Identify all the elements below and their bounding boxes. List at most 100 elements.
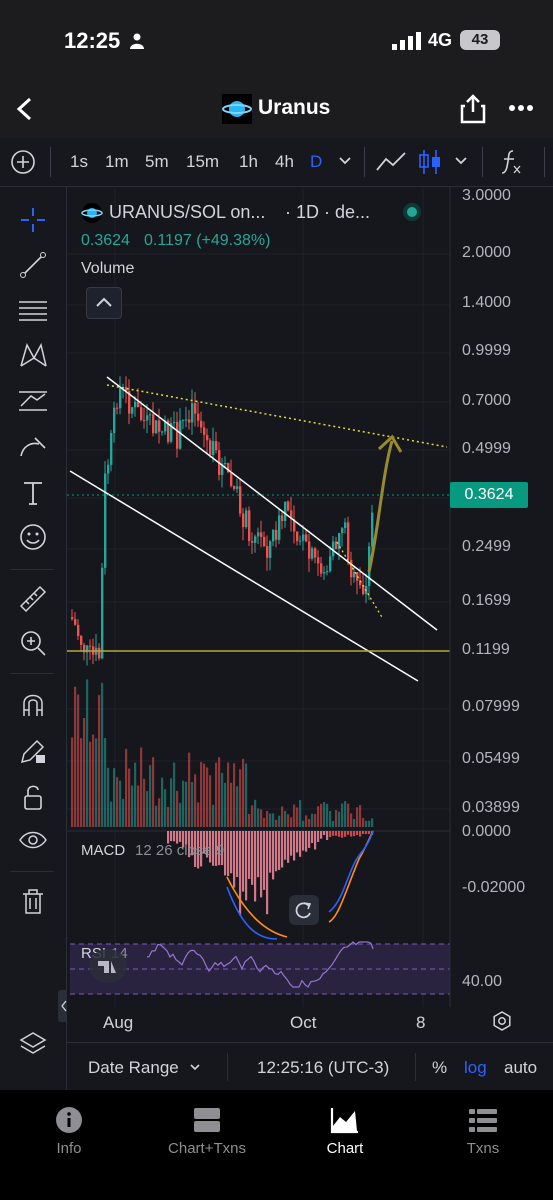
divider — [10, 871, 54, 872]
emoji-tool[interactable] — [14, 519, 52, 555]
timeframe-d[interactable]: D — [310, 152, 322, 172]
clock-timezone[interactable]: 12:25:16 (UTC-3) — [257, 1058, 389, 1078]
timeframe-5m[interactable]: 5m — [145, 152, 169, 172]
volume-bar — [107, 767, 110, 827]
volume-bar — [143, 778, 146, 827]
zoom-tool[interactable] — [14, 625, 52, 661]
chevron-down-icon[interactable] — [189, 1063, 201, 1072]
macd-bar — [341, 831, 344, 838]
fib-tool[interactable] — [14, 293, 52, 329]
chevron-down-icon[interactable] — [454, 156, 468, 166]
text-tool[interactable] — [14, 475, 52, 511]
volume-bar — [170, 778, 173, 827]
macd-bar — [173, 831, 176, 842]
chart-toolbar: 1s 1m 5m 15m 1h 4h D — [0, 138, 553, 187]
candle-body — [248, 510, 251, 542]
layers-tool[interactable] — [14, 1025, 52, 1061]
price-tick: 0.7000 — [462, 392, 511, 409]
volume-bar — [365, 820, 368, 827]
log-toggle[interactable]: log — [464, 1058, 487, 1078]
volume-bar — [332, 820, 335, 827]
magnet-tool[interactable] — [14, 687, 52, 723]
chart-area[interactable]: URANUS/SOL on... · 1D · de... 0.3624 0.1… — [67, 187, 553, 1042]
settings-icon[interactable] — [491, 1010, 513, 1032]
candle-body — [173, 421, 176, 424]
indicators-icon[interactable] — [500, 148, 522, 176]
rsi-tick: 40.00 — [462, 973, 503, 990]
volume-bar — [188, 752, 191, 827]
network-type: 4G — [428, 30, 453, 50]
more-icon[interactable] — [508, 104, 534, 112]
timeframe-1s[interactable]: 1s — [70, 152, 88, 172]
volume-bar — [353, 819, 356, 827]
tab-chart-txns[interactable]: Chart+Txns — [142, 1106, 272, 1157]
volume-bar — [242, 758, 245, 827]
timeframe-1h[interactable]: 1h — [239, 152, 258, 172]
smiley-icon — [20, 524, 46, 550]
lock-draw-tool[interactable] — [14, 733, 52, 769]
ruler-tool[interactable] — [14, 581, 52, 617]
candle-body — [155, 420, 158, 434]
share-icon[interactable] — [460, 94, 486, 124]
candle-body — [80, 635, 83, 645]
tradingview-logo[interactable] — [89, 949, 127, 983]
token-logo — [222, 94, 252, 124]
candle-body — [350, 559, 353, 578]
volume-bar — [314, 814, 317, 827]
collapse-legend-button[interactable] — [86, 287, 122, 319]
divider — [364, 147, 365, 177]
eye-icon — [19, 831, 47, 849]
volume-bar — [305, 815, 308, 827]
battery-indicator: 43 — [460, 30, 500, 50]
date-range-button[interactable]: Date Range — [88, 1058, 179, 1078]
auto-toggle[interactable]: auto — [504, 1058, 537, 1078]
unlock-tool[interactable] — [14, 779, 52, 815]
timeframe-4h[interactable]: 4h — [275, 152, 294, 172]
volume-bar — [245, 763, 248, 827]
candle-body — [245, 510, 248, 528]
brush-tool[interactable] — [14, 429, 52, 465]
macd-bar — [293, 831, 296, 861]
tab-chart[interactable]: Chart — [280, 1106, 410, 1157]
delete-tool[interactable] — [14, 883, 52, 919]
chevron-down-icon[interactable] — [338, 156, 352, 166]
macd-bar — [245, 831, 248, 901]
candle-body — [278, 515, 281, 540]
volume-bar — [137, 785, 140, 827]
pattern-tool[interactable] — [14, 337, 52, 373]
tab-txns[interactable]: Txns — [418, 1106, 548, 1157]
percent-toggle[interactable]: % — [432, 1058, 447, 1078]
candle-body — [200, 420, 203, 428]
back-icon[interactable] — [14, 96, 36, 122]
volume-bar — [299, 800, 302, 827]
volume-bar — [128, 768, 131, 827]
candle-body — [140, 407, 143, 421]
timeframe-15m[interactable]: 15m — [186, 152, 219, 172]
add-icon[interactable] — [10, 149, 36, 175]
macd-bar — [239, 831, 242, 916]
candle-body — [152, 414, 155, 434]
timeframe-1m[interactable]: 1m — [105, 152, 129, 172]
candles-icon[interactable] — [418, 148, 442, 176]
crosshair-tool[interactable] — [14, 202, 52, 238]
candle-body — [146, 415, 149, 421]
macd-bar — [278, 831, 281, 870]
trendline-tool[interactable] — [14, 247, 52, 283]
volume-bar — [317, 806, 320, 827]
prediction-tool[interactable] — [14, 383, 52, 419]
volume-bar — [356, 807, 359, 827]
macd-bar — [344, 831, 347, 837]
volume-bar — [368, 820, 371, 827]
line-chart-icon[interactable] — [376, 150, 406, 174]
volume-bar — [164, 789, 167, 827]
candle-body — [299, 540, 302, 542]
volume-bar — [152, 757, 155, 827]
visibility-tool[interactable] — [14, 823, 52, 859]
reset-scale-button[interactable] — [289, 895, 319, 925]
symbol-name[interactable]: URANUS/SOL on... — [109, 202, 265, 223]
candle-body — [344, 522, 347, 529]
macd-bar — [368, 831, 371, 835]
tab-info[interactable]: Info — [4, 1106, 134, 1157]
pencil-lock-icon — [20, 739, 45, 764]
macd-label: MACD — [81, 842, 126, 859]
